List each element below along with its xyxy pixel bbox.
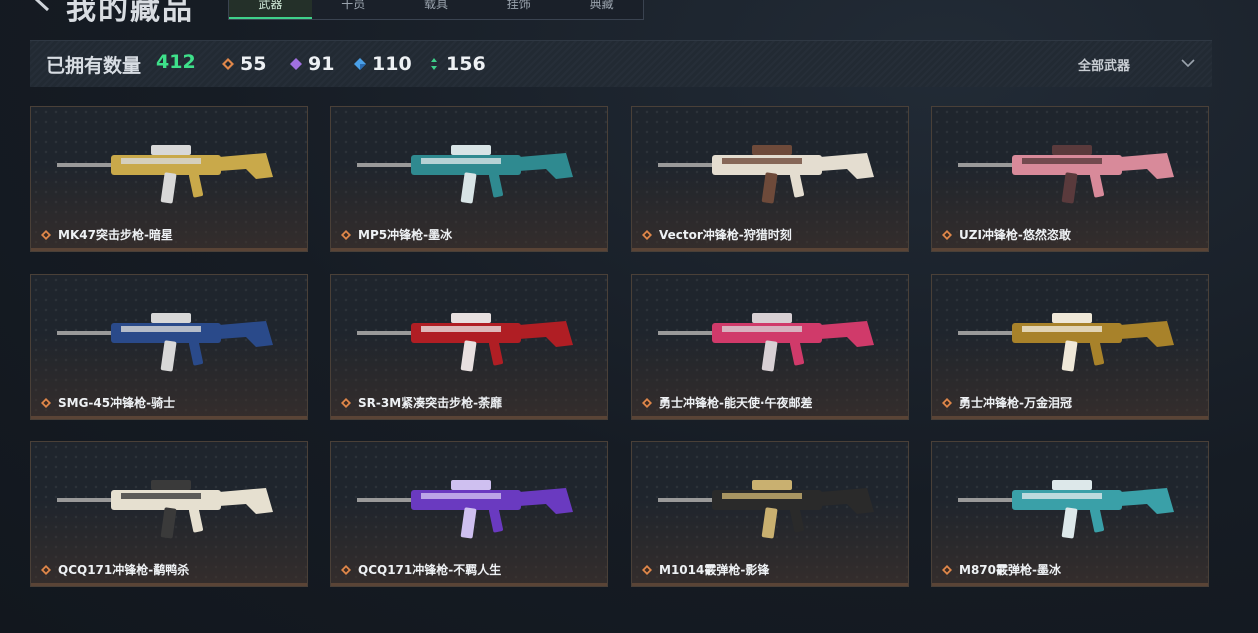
weapon-card[interactable]: 勇士冲锋枪-能天使·午夜邮差	[631, 274, 909, 420]
owned-count: 412	[156, 51, 196, 73]
page-title: 我的藏品	[66, 0, 194, 27]
weapon-image	[658, 480, 874, 539]
weapon-name: QCQ171冲锋枪-不羁人生	[358, 563, 502, 577]
weapon-image	[958, 480, 1174, 539]
weapon-card-label: MK47突击步枪-暗星	[41, 226, 173, 243]
rarity-count-blue: 110	[354, 53, 412, 75]
orange-diamond-icon	[341, 229, 351, 240]
back-arrow-icon[interactable]	[30, 0, 56, 12]
orange-diamond-icon	[942, 229, 952, 240]
weapon-card[interactable]: QCQ171冲锋枪-不羁人生	[330, 441, 608, 587]
weapon-card-label: M870霰弹枪-墨冰	[942, 561, 1061, 578]
tab-vehicles[interactable]: 载具	[395, 0, 478, 19]
weapon-name: Vector冲锋枪-狩猎时刻	[659, 228, 792, 242]
weapon-card[interactable]: SMG-45冲锋枪-骑士	[30, 274, 308, 420]
weapon-card-label: 勇士冲锋枪-万金泪冠	[942, 394, 1072, 411]
weapon-card-label: Vector冲锋枪-狩猎时刻	[642, 226, 792, 243]
weapon-image	[357, 313, 573, 372]
tab-weapons[interactable]: 武器	[229, 0, 312, 19]
owned-label: 已拥有数量	[46, 55, 142, 77]
weapon-name: QCQ171冲锋枪-鹬鸭杀	[58, 563, 190, 577]
weapon-card-label: 勇士冲锋枪-能天使·午夜邮差	[642, 394, 813, 411]
orange-diamond-icon	[642, 229, 652, 240]
tab-charms[interactable]: 挂饰	[477, 0, 560, 19]
weapon-card-label: UZI冲锋枪-悠然恣敢	[942, 226, 1071, 243]
weapon-name: MP5冲锋枪-墨冰	[358, 228, 453, 242]
weapon-image	[357, 145, 573, 204]
rarity-count-purple: 91	[290, 53, 334, 75]
weapon-name: MK47突击步枪-暗星	[58, 228, 173, 242]
blue-diamond-icon	[354, 58, 366, 70]
weapon-card[interactable]: SR-3M紧凑突击步枪-荼靡	[330, 274, 608, 420]
weapon-image	[357, 480, 573, 539]
weapon-image	[57, 480, 273, 539]
weapon-name: SMG-45冲锋枪-骑士	[58, 396, 176, 410]
weapon-card[interactable]: M870霰弹枪-墨冰	[931, 441, 1209, 587]
stats-bar: 已拥有数量 412 55 91 110 156 全部武器	[30, 40, 1212, 87]
weapon-name: UZI冲锋枪-悠然恣敢	[959, 228, 1071, 242]
orange-diamond-icon	[642, 564, 652, 575]
tab-collection[interactable]: 典藏	[560, 0, 643, 19]
weapon-name: M1014霰弹枪-影锋	[659, 563, 770, 577]
weapon-filter-dropdown[interactable]: 全部武器	[1078, 55, 1130, 74]
weapon-image	[958, 313, 1174, 372]
orange-diamond-icon	[942, 397, 952, 408]
orange-diamond-icon	[341, 397, 351, 408]
weapon-name: 勇士冲锋枪-万金泪冠	[959, 396, 1072, 410]
weapon-card[interactable]: Vector冲锋枪-狩猎时刻	[631, 106, 909, 252]
orange-diamond-icon	[642, 397, 652, 408]
weapon-image	[658, 313, 874, 372]
chevron-down-icon[interactable]	[1180, 55, 1196, 71]
category-tabs: 武器 干员 载具 挂饰 典藏	[228, 0, 644, 20]
weapon-card-label: QCQ171冲锋枪-鹬鸭杀	[41, 561, 189, 578]
orange-diamond-icon	[41, 564, 51, 575]
purple-diamond-icon	[290, 58, 302, 70]
weapon-card-label: M1014霰弹枪-影锋	[642, 561, 769, 578]
weapon-card-label: SR-3M紧凑突击步枪-荼靡	[341, 394, 502, 411]
weapon-card[interactable]: QCQ171冲锋枪-鹬鸭杀	[30, 441, 308, 587]
weapon-card[interactable]: MK47突击步枪-暗星	[30, 106, 308, 252]
weapon-card-label: MP5冲锋枪-墨冰	[341, 226, 452, 243]
weapon-card[interactable]: 勇士冲锋枪-万金泪冠	[931, 274, 1209, 420]
orange-diamond-icon	[41, 397, 51, 408]
weapon-card-label: SMG-45冲锋枪-骑士	[41, 394, 175, 411]
weapon-image	[57, 313, 273, 372]
weapon-name: SR-3M紧凑突击步枪-荼靡	[358, 396, 503, 410]
weapon-image	[57, 145, 273, 204]
orange-diamond-icon	[942, 564, 952, 575]
orange-diamond-icon	[222, 58, 234, 70]
orange-diamond-icon	[41, 229, 51, 240]
weapon-card-label: QCQ171冲锋枪-不羁人生	[341, 561, 501, 578]
weapon-name: 勇士冲锋枪-能天使·午夜邮差	[659, 396, 813, 410]
weapon-card[interactable]: MP5冲锋枪-墨冰	[330, 106, 608, 252]
green-diamond-icon	[431, 58, 437, 70]
weapon-card[interactable]: M1014霰弹枪-影锋	[631, 441, 909, 587]
weapon-card[interactable]: UZI冲锋枪-悠然恣敢	[931, 106, 1209, 252]
weapon-image	[958, 145, 1174, 204]
weapon-name: M870霰弹枪-墨冰	[959, 563, 1061, 577]
orange-diamond-icon	[341, 564, 351, 575]
rarity-count-green: 156	[428, 53, 486, 75]
weapon-image	[658, 145, 874, 204]
tab-operators[interactable]: 干员	[312, 0, 395, 19]
rarity-count-orange: 55	[222, 53, 266, 75]
